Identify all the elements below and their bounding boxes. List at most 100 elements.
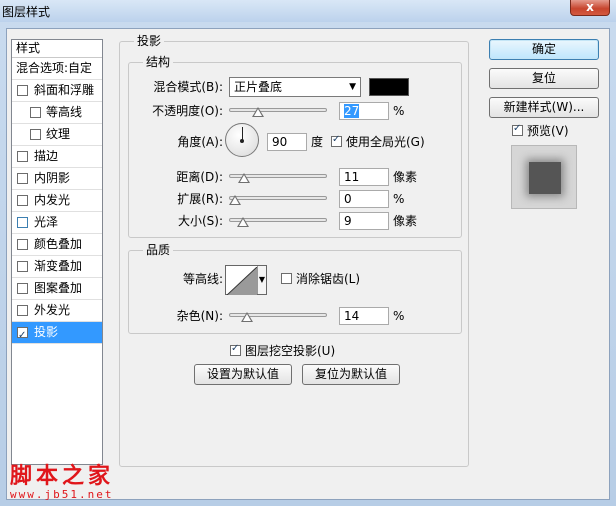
knockout-checkbox[interactable] <box>230 343 241 356</box>
angle-input[interactable]: 90 <box>267 133 307 151</box>
style-item-label: 描边 <box>34 149 59 163</box>
styles-list: 样式 混合选项:自定 斜面和浮雕 等高线 纹理 描边 内阴影 内发光 光泽 颜色… <box>11 39 103 465</box>
opacity-input[interactable]: 27 <box>339 102 389 120</box>
size-input[interactable]: 9 <box>339 212 389 230</box>
preview-checkbox[interactable] <box>512 123 523 136</box>
style-item-satin[interactable]: 光泽 <box>12 212 102 234</box>
blend-mode-label: 混合模式(B): <box>153 80 223 94</box>
structure-title: 结构 <box>143 54 174 70</box>
style-preview <box>511 145 577 209</box>
contour-checkbox[interactable] <box>30 107 41 118</box>
preview-thumbnail <box>529 162 561 194</box>
color-overlay-checkbox[interactable] <box>17 239 28 250</box>
opacity-percent: % <box>393 104 405 118</box>
inner-shadow-checkbox[interactable] <box>17 173 28 184</box>
noise-label: 杂色(N): <box>176 309 223 323</box>
quality-title: 品质 <box>143 242 174 258</box>
chevron-down-icon[interactable]: ▼ <box>257 266 266 294</box>
spread-label: 扩展(R): <box>177 192 223 206</box>
stroke-checkbox[interactable] <box>17 151 28 162</box>
style-item-label: 等高线 <box>46 105 83 119</box>
contour-picker[interactable]: ▼ <box>225 265 267 295</box>
angle-value: 90 <box>272 135 288 149</box>
slider-thumb[interactable] <box>252 107 265 117</box>
distance-input[interactable]: 11 <box>339 168 389 186</box>
anti-alias-checkbox[interactable] <box>281 273 292 284</box>
pattern-overlay-checkbox[interactable] <box>17 283 28 294</box>
spread-slider[interactable] <box>229 194 327 205</box>
angle-dial[interactable] <box>225 123 259 157</box>
style-item-label: 图案叠加 <box>34 281 83 295</box>
opacity-value: 27 <box>344 104 360 118</box>
drop-shadow-title: 投影 <box>134 33 165 49</box>
style-item-color-overlay[interactable]: 颜色叠加 <box>12 234 102 256</box>
style-item-label: 斜面和浮雕 <box>34 83 95 97</box>
distance-unit: 像素 <box>393 170 418 184</box>
size-value: 9 <box>344 214 352 228</box>
reset-button[interactable]: 复位 <box>489 68 599 89</box>
global-light-checkbox[interactable] <box>331 134 342 147</box>
styles-list-header[interactable]: 样式 <box>12 40 102 58</box>
watermark-url: www.jb51.net <box>10 488 114 501</box>
slider-track <box>229 108 327 112</box>
style-item-drop-shadow[interactable]: 投影 <box>12 322 102 346</box>
close-button[interactable]: x <box>570 0 610 16</box>
slider-thumb[interactable] <box>229 195 241 205</box>
satin-checkbox[interactable] <box>17 217 28 228</box>
distance-slider[interactable] <box>229 172 327 183</box>
style-item-texture[interactable]: 纹理 <box>12 124 102 146</box>
style-item-label: 纹理 <box>46 127 71 141</box>
slider-thumb[interactable] <box>236 217 249 227</box>
drop-shadow-checkbox[interactable] <box>17 325 28 346</box>
knockout-label[interactable]: 图层挖空投影(U) <box>245 342 335 360</box>
inner-glow-checkbox[interactable] <box>17 195 28 206</box>
contour-curve-icon <box>227 267 257 295</box>
style-item-pattern-overlay[interactable]: 图案叠加 <box>12 278 102 300</box>
bevel-checkbox[interactable] <box>17 85 28 96</box>
layer-style-dialog: 图层样式 x 样式 混合选项:自定 斜面和浮雕 等高线 纹理 描边 内阴影 内发… <box>0 0 616 506</box>
noise-input[interactable]: 14 <box>339 307 389 325</box>
make-default-button[interactable]: 设置为默认值 <box>194 364 292 385</box>
style-item-label: 外发光 <box>34 303 71 317</box>
noise-value: 14 <box>344 309 360 323</box>
style-item-contour[interactable]: 等高线 <box>12 102 102 124</box>
angle-center <box>240 139 244 143</box>
reset-default-button[interactable]: 复位为默认值 <box>302 364 400 385</box>
anti-alias-label[interactable]: 消除锯齿(L) <box>296 270 360 288</box>
ok-button[interactable]: 确定 <box>489 39 599 60</box>
quality-group: 品质 等高线: ▼ 消除锯齿(L) 杂色(N): 14 % <box>128 242 462 334</box>
slider-thumb[interactable] <box>241 312 254 322</box>
shadow-color-swatch[interactable] <box>369 78 409 96</box>
spread-input[interactable]: 0 <box>339 190 389 208</box>
style-item-label: 内阴影 <box>34 171 71 185</box>
style-item-inner-shadow[interactable]: 内阴影 <box>12 168 102 190</box>
style-item-inner-glow[interactable]: 内发光 <box>12 190 102 212</box>
texture-checkbox[interactable] <box>30 129 41 140</box>
noise-slider[interactable] <box>229 311 327 322</box>
style-item-bevel[interactable]: 斜面和浮雕 <box>12 80 102 102</box>
preview-label[interactable]: 预览(V) <box>527 122 569 140</box>
style-item-outer-glow[interactable]: 外发光 <box>12 300 102 322</box>
blend-mode-select[interactable]: 正片叠底 ▼ <box>229 77 361 97</box>
outer-glow-checkbox[interactable] <box>17 305 28 316</box>
blend-mode-value: 正片叠底 <box>234 80 283 94</box>
size-unit: 像素 <box>393 214 418 228</box>
style-item-gradient-overlay[interactable]: 渐变叠加 <box>12 256 102 278</box>
distance-value: 11 <box>344 170 360 184</box>
spread-percent: % <box>393 192 405 206</box>
slider-thumb[interactable] <box>238 173 251 183</box>
blend-options-item[interactable]: 混合选项:自定 <box>12 58 102 80</box>
opacity-slider[interactable] <box>229 106 327 117</box>
new-style-button[interactable]: 新建样式(W)... <box>489 97 599 118</box>
gradient-overlay-checkbox[interactable] <box>17 261 28 272</box>
style-item-label: 内发光 <box>34 193 71 207</box>
spread-value: 0 <box>344 192 352 206</box>
global-light-label[interactable]: 使用全局光(G) <box>346 133 425 151</box>
style-item-stroke[interactable]: 描边 <box>12 146 102 168</box>
watermark-text: 脚本之家 <box>10 463 115 489</box>
drop-shadow-group: 投影 结构 混合模式(B): 正片叠底 ▼ 不透明度(O): 27 % 角度(A… <box>119 33 469 467</box>
style-item-label: 投影 <box>34 325 59 339</box>
title-bar: 图层样式 x <box>0 0 616 22</box>
size-slider[interactable] <box>229 216 327 227</box>
size-label: 大小(S): <box>177 214 223 228</box>
